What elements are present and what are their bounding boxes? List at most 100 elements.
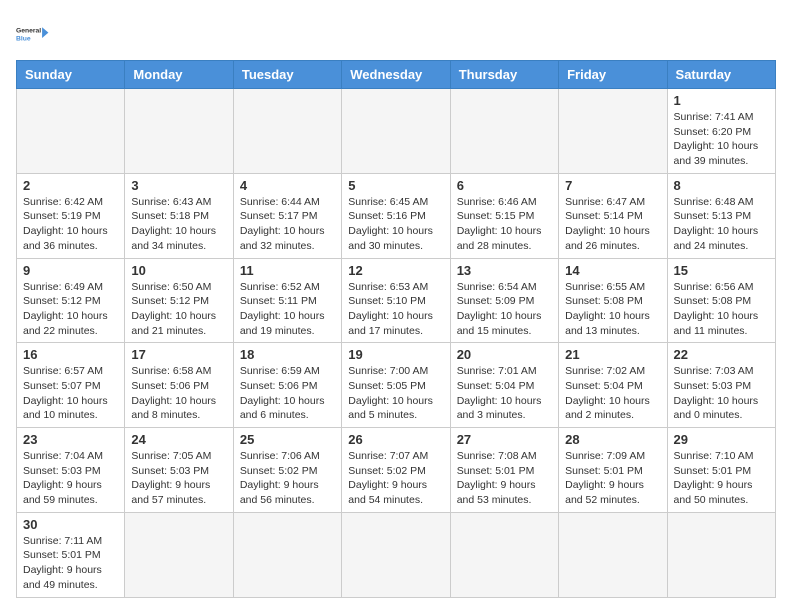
calendar-cell: 17 Sunrise: 6:58 AM Sunset: 5:06 PM Dayli… [125, 343, 233, 428]
day-number: 12 [348, 263, 443, 278]
calendar-cell: 12Sunrise: 6:53 AM Sunset: 5:10 PM Dayli… [342, 258, 450, 343]
day-info: Sunrise: 6:48 AM Sunset: 5:13 PM Dayligh… [674, 195, 769, 254]
calendar: SundayMondayTuesdayWednesdayThursdayFrid… [16, 60, 776, 598]
header: GeneralBlue [16, 16, 776, 52]
day-info: Sunrise: 7:09 AM Sunset: 5:01 PM Dayligh… [565, 449, 660, 508]
day-info: Sunrise: 7:05 AM Sunset: 5:03 PM Dayligh… [131, 449, 226, 508]
calendar-cell [450, 512, 558, 597]
calendar-cell: 30 Sunrise: 7:11 AM Sunset: 5:01 PM Dayli… [17, 512, 125, 597]
day-number: 13 [457, 263, 552, 278]
calendar-cell [559, 512, 667, 597]
day-info: Sunrise: 7:04 AM Sunset: 5:03 PM Dayligh… [23, 449, 118, 508]
svg-text:Blue: Blue [16, 36, 31, 43]
day-info: Sunrise: 7:02 AM Sunset: 5:04 PM Dayligh… [565, 364, 660, 423]
calendar-week-2: 2Sunrise: 6:42 AM Sunset: 5:19 PM Daylig… [17, 173, 776, 258]
calendar-week-3: 9Sunrise: 6:49 AM Sunset: 5:12 PM Daylig… [17, 258, 776, 343]
day-info: Sunrise: 7:06 AM Sunset: 5:02 PM Dayligh… [240, 449, 335, 508]
day-number: 17 [131, 347, 226, 362]
calendar-cell: 28 Sunrise: 7:09 AM Sunset: 5:01 PM Dayli… [559, 428, 667, 513]
calendar-cell: 10 Sunrise: 6:50 AM Sunset: 5:12 PM Dayli… [125, 258, 233, 343]
calendar-cell [342, 89, 450, 174]
day-info: Sunrise: 7:03 AM Sunset: 5:03 PM Dayligh… [674, 364, 769, 423]
calendar-cell: 13 Sunrise: 6:54 AM Sunset: 5:09 PM Dayli… [450, 258, 558, 343]
calendar-cell: 6 Sunrise: 6:46 AM Sunset: 5:15 PM Daylig… [450, 173, 558, 258]
day-number: 14 [565, 263, 660, 278]
day-info: Sunrise: 7:00 AM Sunset: 5:05 PM Dayligh… [348, 364, 443, 423]
day-number: 23 [23, 432, 118, 447]
day-info: Sunrise: 7:08 AM Sunset: 5:01 PM Dayligh… [457, 449, 552, 508]
calendar-cell: 1 Sunrise: 7:41 AM Sunset: 6:20 PM Daylig… [667, 89, 775, 174]
day-number: 29 [674, 432, 769, 447]
day-info: Sunrise: 6:58 AM Sunset: 5:06 PM Dayligh… [131, 364, 226, 423]
calendar-cell [667, 512, 775, 597]
calendar-cell [450, 89, 558, 174]
calendar-cell [125, 512, 233, 597]
day-number: 15 [674, 263, 769, 278]
day-info: Sunrise: 7:11 AM Sunset: 5:01 PM Dayligh… [23, 534, 118, 593]
calendar-cell [233, 89, 341, 174]
day-header-monday: Monday [125, 61, 233, 89]
day-header-thursday: Thursday [450, 61, 558, 89]
calendar-cell: 22 Sunrise: 7:03 AM Sunset: 5:03 PM Dayli… [667, 343, 775, 428]
day-number: 7 [565, 178, 660, 193]
calendar-cell [559, 89, 667, 174]
day-header-friday: Friday [559, 61, 667, 89]
calendar-week-1: 1 Sunrise: 7:41 AM Sunset: 6:20 PM Daylig… [17, 89, 776, 174]
calendar-cell: 11 Sunrise: 6:52 AM Sunset: 5:11 PM Dayli… [233, 258, 341, 343]
day-number: 30 [23, 517, 118, 532]
day-number: 8 [674, 178, 769, 193]
calendar-cell: 20 Sunrise: 7:01 AM Sunset: 5:04 PM Dayli… [450, 343, 558, 428]
calendar-header-row: SundayMondayTuesdayWednesdayThursdayFrid… [17, 61, 776, 89]
day-number: 3 [131, 178, 226, 193]
day-info: Sunrise: 6:43 AM Sunset: 5:18 PM Dayligh… [131, 195, 226, 254]
day-header-saturday: Saturday [667, 61, 775, 89]
calendar-cell: 19Sunrise: 7:00 AM Sunset: 5:05 PM Dayli… [342, 343, 450, 428]
day-number: 21 [565, 347, 660, 362]
calendar-cell [233, 512, 341, 597]
calendar-cell: 26 Sunrise: 7:07 AM Sunset: 5:02 PM Dayli… [342, 428, 450, 513]
day-info: Sunrise: 7:41 AM Sunset: 6:20 PM Dayligh… [674, 110, 769, 169]
day-number: 6 [457, 178, 552, 193]
day-info: Sunrise: 6:52 AM Sunset: 5:11 PM Dayligh… [240, 280, 335, 339]
calendar-cell: 14 Sunrise: 6:55 AM Sunset: 5:08 PM Dayli… [559, 258, 667, 343]
calendar-cell: 15 Sunrise: 6:56 AM Sunset: 5:08 PM Dayli… [667, 258, 775, 343]
day-number: 10 [131, 263, 226, 278]
calendar-cell: 2Sunrise: 6:42 AM Sunset: 5:19 PM Daylig… [17, 173, 125, 258]
calendar-cell: 23 Sunrise: 7:04 AM Sunset: 5:03 PM Dayli… [17, 428, 125, 513]
day-info: Sunrise: 6:46 AM Sunset: 5:15 PM Dayligh… [457, 195, 552, 254]
day-number: 9 [23, 263, 118, 278]
day-header-sunday: Sunday [17, 61, 125, 89]
calendar-cell: 8 Sunrise: 6:48 AM Sunset: 5:13 PM Daylig… [667, 173, 775, 258]
day-info: Sunrise: 6:54 AM Sunset: 5:09 PM Dayligh… [457, 280, 552, 339]
day-info: Sunrise: 6:56 AM Sunset: 5:08 PM Dayligh… [674, 280, 769, 339]
day-number: 26 [348, 432, 443, 447]
day-number: 16 [23, 347, 118, 362]
calendar-cell: 7Sunrise: 6:47 AM Sunset: 5:14 PM Daylig… [559, 173, 667, 258]
day-number: 24 [131, 432, 226, 447]
day-number: 22 [674, 347, 769, 362]
calendar-week-6: 30 Sunrise: 7:11 AM Sunset: 5:01 PM Dayli… [17, 512, 776, 597]
day-number: 25 [240, 432, 335, 447]
day-header-wednesday: Wednesday [342, 61, 450, 89]
day-number: 1 [674, 93, 769, 108]
day-info: Sunrise: 7:01 AM Sunset: 5:04 PM Dayligh… [457, 364, 552, 423]
day-number: 27 [457, 432, 552, 447]
calendar-cell [342, 512, 450, 597]
day-info: Sunrise: 6:55 AM Sunset: 5:08 PM Dayligh… [565, 280, 660, 339]
day-number: 20 [457, 347, 552, 362]
day-header-tuesday: Tuesday [233, 61, 341, 89]
calendar-cell: 16Sunrise: 6:57 AM Sunset: 5:07 PM Dayli… [17, 343, 125, 428]
day-number: 28 [565, 432, 660, 447]
calendar-cell: 4Sunrise: 6:44 AM Sunset: 5:17 PM Daylig… [233, 173, 341, 258]
calendar-cell: 24 Sunrise: 7:05 AM Sunset: 5:03 PM Dayli… [125, 428, 233, 513]
day-info: Sunrise: 6:50 AM Sunset: 5:12 PM Dayligh… [131, 280, 226, 339]
day-info: Sunrise: 6:44 AM Sunset: 5:17 PM Dayligh… [240, 195, 335, 254]
day-info: Sunrise: 6:42 AM Sunset: 5:19 PM Dayligh… [23, 195, 118, 254]
day-number: 11 [240, 263, 335, 278]
day-info: Sunrise: 7:07 AM Sunset: 5:02 PM Dayligh… [348, 449, 443, 508]
day-info: Sunrise: 7:10 AM Sunset: 5:01 PM Dayligh… [674, 449, 769, 508]
logo: GeneralBlue [16, 16, 52, 52]
calendar-cell: 18Sunrise: 6:59 AM Sunset: 5:06 PM Dayli… [233, 343, 341, 428]
calendar-cell: 9Sunrise: 6:49 AM Sunset: 5:12 PM Daylig… [17, 258, 125, 343]
svg-text:General: General [16, 28, 41, 35]
